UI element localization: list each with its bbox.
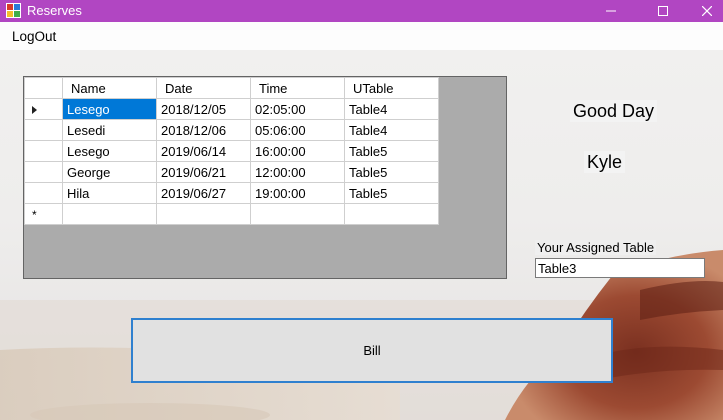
cell-utable[interactable]: Table5 — [344, 182, 439, 204]
row-header-corner — [24, 77, 63, 99]
cell-name[interactable]: Lesego — [62, 140, 157, 162]
cell-utable[interactable]: Table4 — [344, 119, 439, 141]
form-content: Name Date Time UTable Lesego 2018/12/05 … — [0, 50, 723, 420]
cell-name[interactable]: Hila — [62, 182, 157, 204]
cell-name[interactable]: George — [62, 161, 157, 183]
cell-time-new[interactable] — [250, 203, 345, 225]
logout-menu-item[interactable]: LogOut — [12, 29, 56, 44]
cell-time[interactable]: 12:00:00 — [250, 161, 345, 183]
current-row-arrow-icon — [32, 105, 37, 114]
row-header[interactable] — [24, 182, 63, 204]
cell-date[interactable]: 2019/06/14 — [156, 140, 251, 162]
maximize-icon — [658, 6, 668, 16]
title-bar: Reserves — [0, 0, 723, 22]
cell-time[interactable]: 02:05:00 — [250, 98, 345, 120]
new-row[interactable]: * — [24, 203, 439, 225]
table-row[interactable]: Lesego 2018/12/05 02:05:00 Table4 — [24, 98, 439, 120]
bill-button[interactable]: Bill — [131, 318, 613, 383]
close-button[interactable] — [690, 0, 723, 22]
greeting-label: Good Day — [570, 100, 658, 122]
cell-date-new[interactable] — [156, 203, 251, 225]
assigned-table-field[interactable] — [535, 258, 705, 278]
cell-name[interactable]: Lesedi — [62, 119, 157, 141]
column-header-time[interactable]: Time — [250, 77, 345, 99]
maximize-button[interactable] — [640, 0, 686, 22]
column-header-date[interactable]: Date — [156, 77, 251, 99]
reservations-table: Name Date Time UTable Lesego 2018/12/05 … — [24, 77, 439, 225]
cell-date[interactable]: 2018/12/06 — [156, 119, 251, 141]
cell-name-new[interactable] — [62, 203, 157, 225]
row-header-current[interactable] — [24, 98, 63, 120]
cell-date[interactable]: 2018/12/05 — [156, 98, 251, 120]
row-header[interactable] — [24, 161, 63, 183]
table-row[interactable]: Lesedi 2018/12/06 05:06:00 Table4 — [24, 119, 439, 141]
reservations-grid[interactable]: Name Date Time UTable Lesego 2018/12/05 … — [23, 76, 507, 279]
new-row-marker: * — [32, 207, 37, 222]
row-header[interactable] — [24, 119, 63, 141]
row-header[interactable] — [24, 140, 63, 162]
window-title: Reserves — [27, 3, 82, 18]
menu-bar: LogOut — [0, 22, 723, 50]
table-row[interactable]: Hila 2019/06/27 19:00:00 Table5 — [24, 182, 439, 204]
table-row[interactable]: George 2019/06/21 12:00:00 Table5 — [24, 161, 439, 183]
new-row-header[interactable]: * — [24, 203, 63, 225]
table-row[interactable]: Lesego 2019/06/14 16:00:00 Table5 — [24, 140, 439, 162]
cell-utable[interactable]: Table4 — [344, 98, 439, 120]
column-header-utable[interactable]: UTable — [344, 77, 439, 99]
minimize-icon — [606, 10, 616, 12]
cell-utable[interactable]: Table5 — [344, 140, 439, 162]
minimize-button[interactable] — [588, 0, 634, 22]
cell-utable-new[interactable] — [344, 203, 439, 225]
app-icon — [6, 3, 21, 18]
column-header-name[interactable]: Name — [62, 77, 157, 99]
assigned-table-label: Your Assigned Table — [535, 240, 657, 255]
cell-time[interactable]: 16:00:00 — [250, 140, 345, 162]
cell-time[interactable]: 19:00:00 — [250, 182, 345, 204]
close-icon — [701, 6, 712, 16]
cell-date[interactable]: 2019/06/27 — [156, 182, 251, 204]
header-row: Name Date Time UTable — [24, 77, 439, 99]
cell-date[interactable]: 2019/06/21 — [156, 161, 251, 183]
cell-utable[interactable]: Table5 — [344, 161, 439, 183]
cell-name[interactable]: Lesego — [62, 98, 157, 120]
cell-time[interactable]: 05:06:00 — [250, 119, 345, 141]
user-name-label: Kyle — [584, 151, 626, 173]
